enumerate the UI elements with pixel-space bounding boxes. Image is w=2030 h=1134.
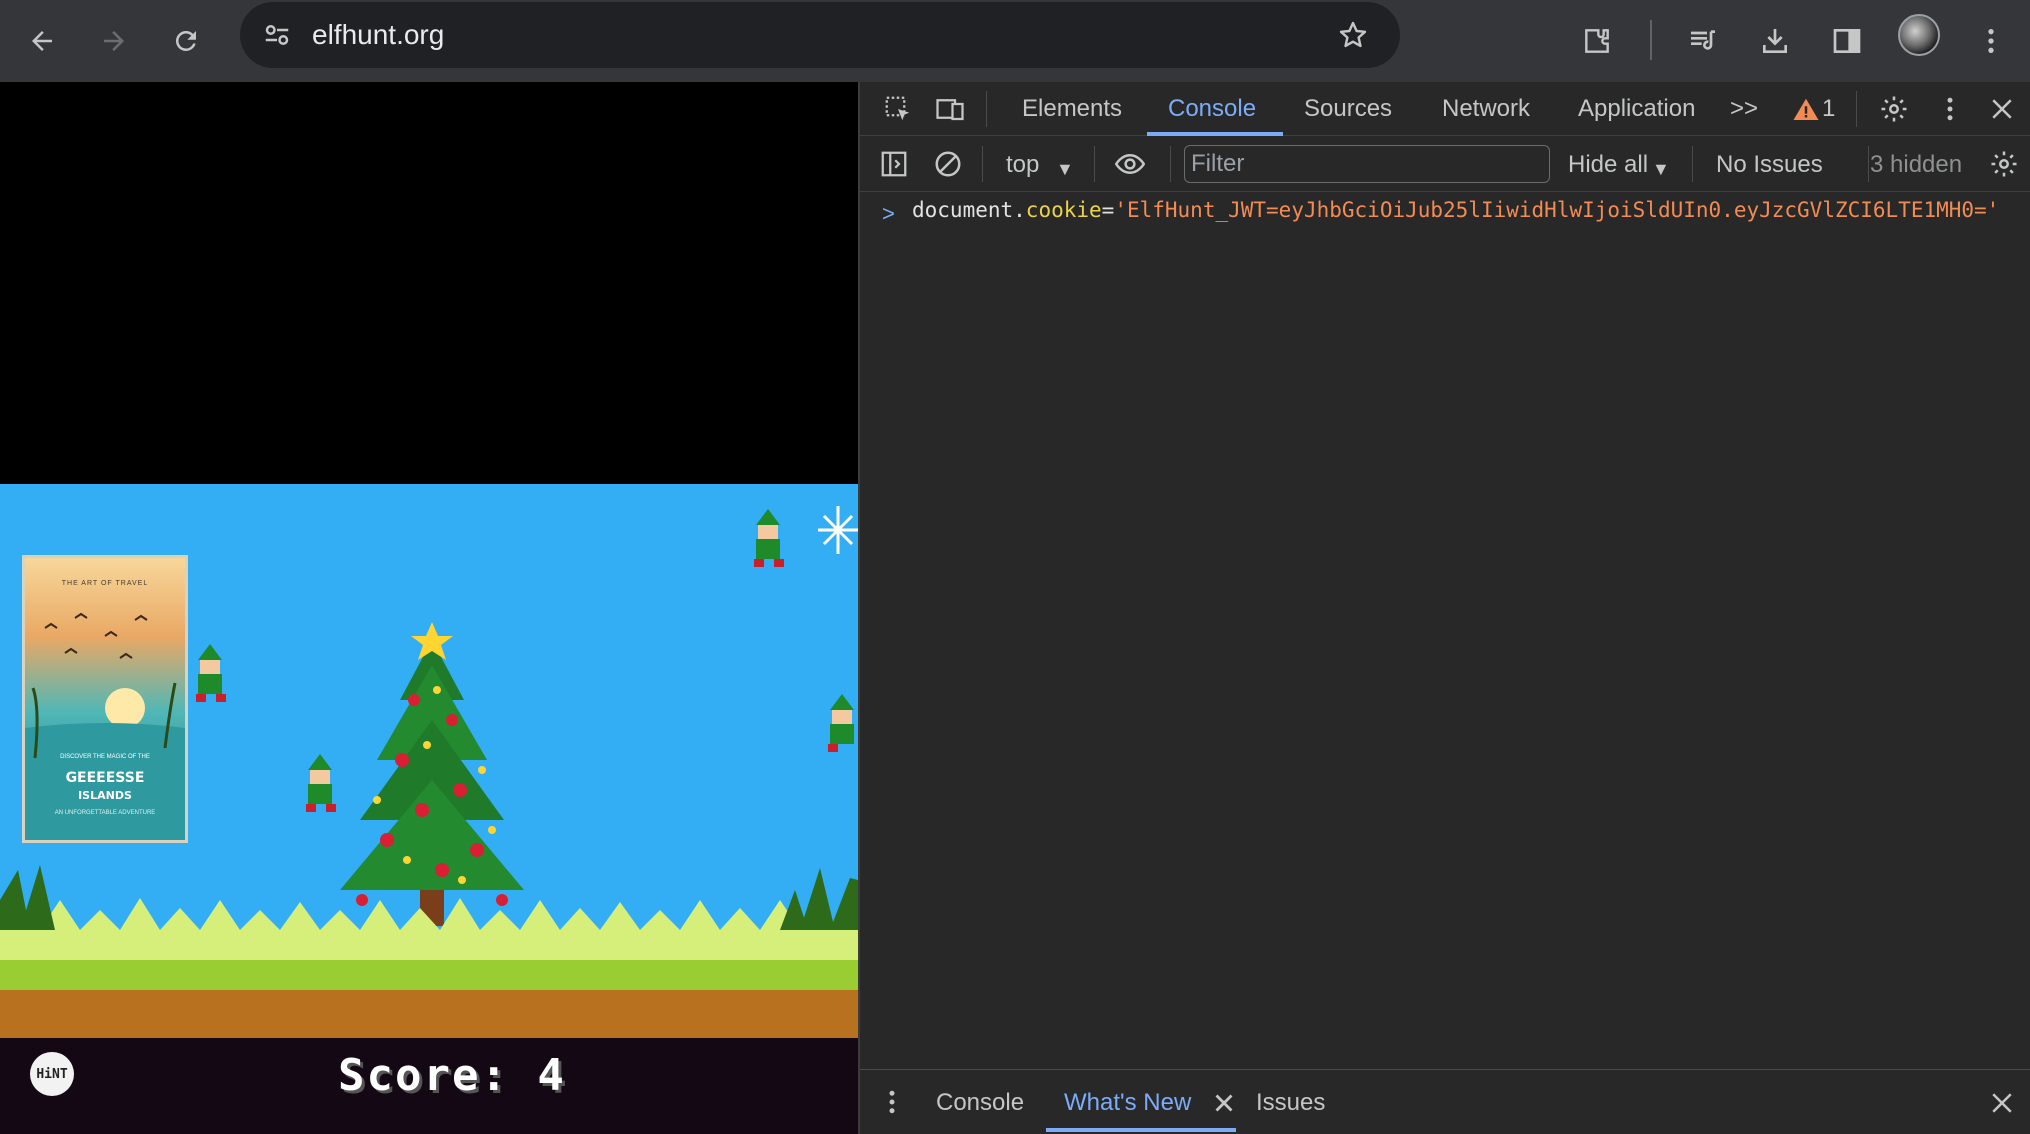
elf-sprite	[828, 694, 854, 752]
code-operator: =	[1101, 198, 1115, 222]
drawer-tab-issues[interactable]: Issues	[1256, 1088, 1325, 1118]
clear-console-icon[interactable]	[930, 146, 966, 182]
tab-console[interactable]: Console	[1168, 94, 1256, 124]
poster-title-line1: GEEEESSE	[65, 770, 145, 786]
drawer-more-vert-icon[interactable]	[874, 1084, 910, 1120]
console-command[interactable]: document.cookie='ElfHunt_JWT=eyJhbGciOiJ…	[912, 196, 2012, 224]
eye-icon[interactable]	[1112, 146, 1148, 182]
more-tabs-chevron-icon[interactable]: >>	[1730, 94, 1758, 124]
more-vert-icon[interactable]	[1932, 91, 1968, 127]
score-display: Score: 4	[338, 1050, 566, 1101]
filter-input[interactable]	[1184, 145, 1550, 183]
close-drawer-icon[interactable]	[1984, 1085, 2020, 1121]
dirt-strip	[0, 990, 858, 1038]
chevron-down-icon[interactable]: ▼	[1056, 154, 1074, 184]
christmas-tree	[340, 622, 524, 926]
poster-subtitle: DISCOVER THE MAGIC OF THE	[60, 754, 150, 760]
poster-title-line2: ISLANDS	[78, 789, 132, 802]
toolbar-separator	[1094, 146, 1095, 182]
poster-title: GEEEESSE ISLANDS	[25, 770, 185, 804]
code-string-value: 'ElfHunt_JWT=eyJhbGciOiJub25lIiwidHlwIjo…	[1114, 198, 2000, 222]
tab-separator	[1856, 91, 1857, 127]
toolbar-separator	[1692, 146, 1693, 182]
console-input-line[interactable]: > document.cookie='ElfHunt_JWT=eyJhbGciO…	[860, 196, 2030, 260]
snowflake-icon	[818, 506, 858, 554]
tab-separator	[986, 91, 987, 127]
devtools-tab-bar: Elements Console Sources Network Applica…	[860, 82, 2030, 136]
travel-poster: THE ART OF TRAVEL DISCOVER THE MAGIC OF …	[22, 555, 188, 843]
toolbar-separator	[1868, 146, 1869, 182]
screen: elfhunt.org THE ART OF TRAVEL DISCOVER T…	[0, 0, 2030, 1134]
hint-button[interactable]: HiNT	[30, 1052, 74, 1096]
warning-count[interactable]: 1	[1822, 94, 1835, 124]
sidebar-toggle-icon[interactable]	[876, 146, 912, 182]
drawer-tab-console[interactable]: Console	[936, 1088, 1024, 1118]
download-icon[interactable]	[1750, 16, 1800, 66]
hidden-messages-count: 3 hidden	[1870, 151, 1963, 178]
log-levels-dropdown[interactable]: Hide all	[1568, 150, 1648, 180]
tab-sources[interactable]: Sources	[1304, 94, 1392, 124]
toolbar-separator	[1650, 20, 1652, 60]
device-toolbar-icon[interactable]	[932, 91, 968, 127]
tab-elements[interactable]: Elements	[1022, 94, 1122, 124]
side-panel-icon[interactable]	[1822, 16, 1872, 66]
toolbar-separator	[1170, 146, 1171, 182]
devtools-panel: Elements Console Sources Network Applica…	[858, 82, 2030, 1134]
chevron-down-icon[interactable]: ▼	[1652, 154, 1670, 184]
elf-sprite	[196, 644, 226, 702]
code-property: cookie	[1025, 198, 1102, 222]
poster-top-text: THE ART OF TRAVEL	[61, 580, 149, 587]
tab-application[interactable]: Application	[1578, 94, 1695, 124]
reading-list-icon[interactable]	[1678, 16, 1728, 66]
profile-avatar[interactable]	[1898, 14, 1940, 56]
devtools-drawer: Console What's New Issues	[860, 1069, 2030, 1134]
gear-icon[interactable]	[1876, 91, 1912, 127]
tab-network[interactable]: Network	[1442, 94, 1530, 124]
console-prompt-chevron-icon: >	[882, 201, 895, 226]
code-object: document.	[912, 198, 1026, 222]
console-settings-gear-icon[interactable]	[1986, 146, 2022, 182]
star-icon[interactable]	[1334, 16, 1372, 54]
elf-sprite	[306, 754, 336, 812]
context-selector[interactable]: top	[1006, 150, 1039, 180]
toolbar-separator	[982, 146, 983, 182]
drawer-tab-whats-new[interactable]: What's New	[1064, 1088, 1191, 1118]
poster-footer: AN UNFORGETTABLE ADVENTURE	[54, 810, 156, 816]
elf-sprite	[754, 509, 784, 567]
inspect-element-icon[interactable]	[880, 91, 916, 127]
close-tab-icon[interactable]	[1206, 1085, 1242, 1121]
issues-counter[interactable]: No Issues	[1716, 150, 1823, 180]
console-toolbar: top ▼ Hide all ▼ No Issues 3 hidden	[860, 136, 2030, 192]
extensions-icon[interactable]	[1572, 16, 1622, 66]
warning-icon[interactable]	[1788, 92, 1824, 128]
drawer-active-indicator	[1046, 1128, 1236, 1132]
close-icon[interactable]	[1984, 91, 2020, 127]
more-vert-icon[interactable]	[1966, 16, 2016, 66]
